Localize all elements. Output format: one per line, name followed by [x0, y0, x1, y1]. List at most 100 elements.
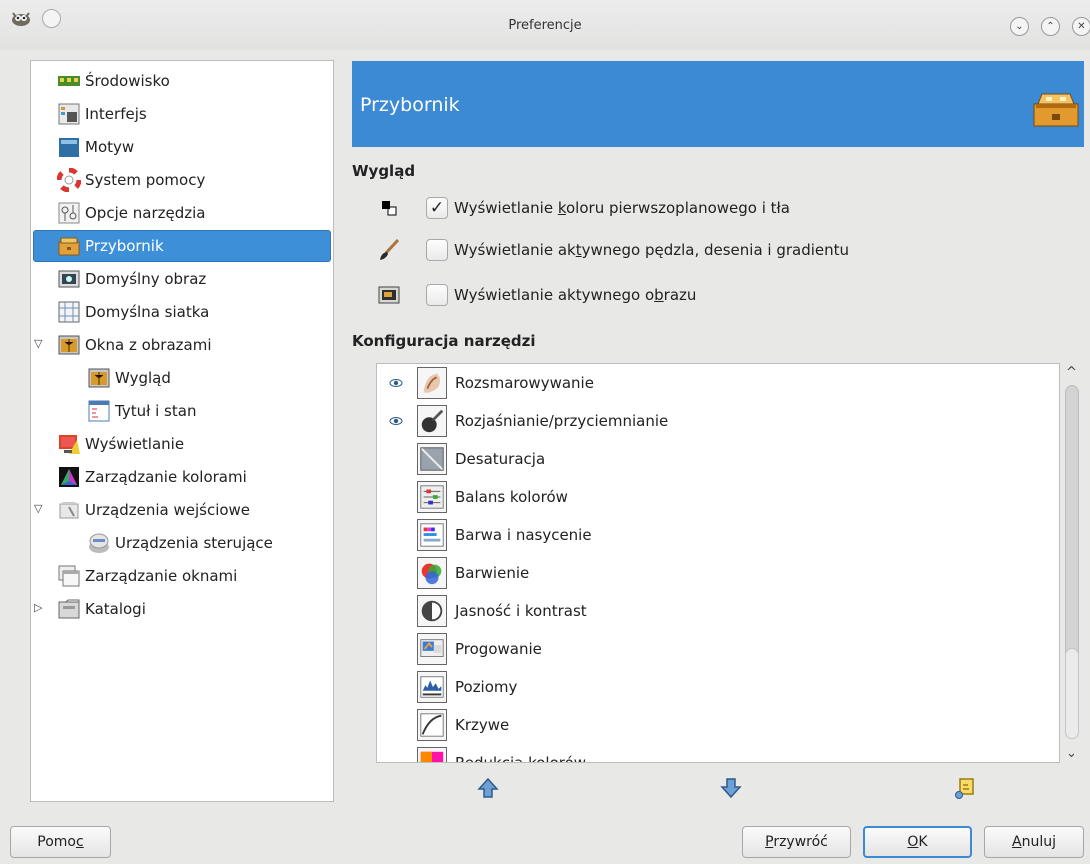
sidebar-item-okna-z-obrazami[interactable]: ▽ Okna z obrazami	[31, 329, 333, 361]
tool-row[interactable]: Redukcja kolorów	[377, 744, 1059, 763]
option-checkbox[interactable]	[426, 239, 448, 261]
folders-icon	[58, 599, 80, 619]
toolbox-icon	[1033, 93, 1079, 127]
sidebar-item-urzadzenia-sterujace[interactable]: Urządzenia sterujące	[31, 527, 333, 559]
sidebar-item-domyslna-siatka[interactable]: Domyślna siatka	[31, 296, 333, 328]
sidebar-item-label: Przybornik	[85, 237, 164, 255]
sidebar-item-label: Katalogi	[85, 600, 146, 618]
option-checkbox[interactable]: ✓	[426, 197, 448, 219]
cancel-button[interactable]: Anuluj	[984, 826, 1084, 858]
window-title: Preferencje	[508, 18, 582, 33]
levels-icon	[417, 671, 447, 703]
collapsed-triangle-icon[interactable]: ▷	[34, 601, 42, 614]
tool-list: Rozsmarowywanie Rozjaśnianie/przyciemnia…	[376, 363, 1060, 763]
sidebar-item-przybornik[interactable]: Przybornik	[31, 230, 333, 262]
preferences-sidebar: Środowisko Interfejs Motyw System pomocy…	[30, 60, 334, 802]
hue-saturation-icon	[417, 519, 447, 551]
threshold-icon	[417, 633, 447, 665]
sidebar-item-wyglad[interactable]: Wygląd	[31, 362, 333, 394]
tool-options-icon	[58, 202, 80, 224]
active-image-icon	[378, 286, 400, 304]
chevron-up-icon: ⌃	[1046, 21, 1055, 32]
sidebar-item-tytul-i-stan[interactable]: Tytuł i stan	[31, 395, 333, 427]
tool-name: Progowanie	[455, 640, 542, 658]
sidebar-item-label: Opcje narzędzia	[85, 204, 206, 222]
tool-name: Barwienie	[455, 564, 530, 582]
fg-bg-color-icon	[382, 201, 397, 216]
option-label: Wyświetlanie aktywnego pędzla, desenia i…	[454, 241, 850, 259]
tool-row[interactable]: Balans kolorów	[377, 478, 1059, 516]
sidebar-item-zarzadzanie-oknami[interactable]: Zarządzanie oknami	[31, 560, 333, 592]
sidebar-item-zarzadzanie-kolorami[interactable]: Zarządzanie kolorami	[31, 461, 333, 493]
sidebar-item-label: Zarządzanie kolorami	[85, 468, 247, 486]
sidebar-item-label: Urządzenia wejściowe	[85, 501, 251, 519]
move-up-icon[interactable]	[477, 776, 499, 800]
tool-row[interactable]: Desaturacja	[377, 440, 1059, 478]
tool-name: Redukcja kolorów	[455, 754, 587, 763]
scroll-up-icon[interactable]: ^	[1066, 365, 1077, 380]
expanded-triangle-icon[interactable]: ▽	[34, 337, 42, 350]
sidebar-item-wyswietlanie[interactable]: Wyświetlanie	[31, 428, 333, 460]
visibility-eye-icon[interactable]	[389, 378, 403, 388]
sidebar-item-system-pomocy[interactable]: System pomocy	[31, 164, 333, 196]
sidebar-item-urzadzenia-wejsciowe[interactable]: ▽ Urządzenia wejściowe	[31, 494, 333, 526]
sidebar-item-motyw[interactable]: Motyw	[31, 131, 333, 163]
option-checkbox[interactable]	[426, 284, 448, 306]
default-grid-icon	[58, 301, 80, 323]
option-show-active-brush[interactable]: Wyświetlanie aktywnego pędzla, desenia i…	[378, 235, 849, 265]
sidebar-item-domyslny-obraz[interactable]: Domyślny obraz	[31, 263, 333, 295]
tool-row[interactable]: Rozsmarowywanie	[377, 364, 1059, 402]
sidebar-item-srodowisko[interactable]: Środowisko	[31, 65, 333, 97]
brightness-contrast-icon	[417, 595, 447, 627]
sidebar-item-label: Motyw	[85, 138, 135, 156]
tool-row[interactable]: Jasność i kontrast	[377, 592, 1059, 630]
sidebar-item-interfejs[interactable]: Interfejs	[31, 98, 333, 130]
reset-tool-order-icon[interactable]	[954, 776, 976, 800]
input-controllers-icon	[89, 533, 109, 553]
tool-name: Jasność i kontrast	[455, 602, 587, 620]
ok-button[interactable]: OK	[863, 826, 972, 858]
sidebar-item-label: Urządzenia sterujące	[115, 534, 273, 552]
title-bar: Preferencje ⌄ ⌃ ✕	[0, 0, 1090, 50]
section-title-appearance: Wygląd	[352, 162, 416, 180]
appearance-icon	[88, 368, 110, 388]
reset-button[interactable]: Przywróć	[742, 826, 851, 858]
interface-icon	[58, 103, 80, 125]
tool-row[interactable]: Krzywe	[377, 706, 1059, 744]
default-image-icon	[58, 270, 80, 288]
close-icon: ✕	[1077, 21, 1086, 32]
tool-row[interactable]: Poziomy	[377, 668, 1059, 706]
colorize-icon	[417, 557, 447, 589]
page-title: Przybornik	[360, 94, 460, 116]
move-down-icon[interactable]	[720, 776, 742, 800]
environment-icon	[58, 76, 80, 86]
color-balance-icon	[417, 481, 447, 513]
tool-list-scrollbar[interactable]: ^ ⌄	[1060, 363, 1084, 763]
sidebar-item-label: Tytuł i stan	[115, 402, 197, 420]
sidebar-item-opcje-narzedzia[interactable]: Opcje narzędzia	[31, 197, 333, 229]
tool-name: Poziomy	[455, 678, 518, 696]
visibility-eye-icon[interactable]	[389, 416, 403, 426]
sidebar-item-label: Wygląd	[115, 369, 171, 387]
scroll-down-icon[interactable]: ⌄	[1066, 746, 1077, 761]
minimize-button[interactable]: ⌄	[1010, 17, 1029, 36]
tool-row[interactable]: Barwienie	[377, 554, 1059, 592]
help-button[interactable]: Pomoc	[10, 826, 111, 858]
option-show-fg-bg-color[interactable]: ✓ Wyświetlanie koloru pierwszoplanowego …	[378, 193, 790, 223]
maximize-button[interactable]: ⌃	[1041, 17, 1060, 36]
expanded-triangle-icon[interactable]: ▽	[34, 502, 42, 515]
option-show-active-image[interactable]: Wyświetlanie aktywnego obrazu	[378, 280, 696, 310]
input-devices-icon	[59, 502, 79, 519]
tool-row[interactable]: Barwa i nasycenie	[377, 516, 1059, 554]
sidebar-item-katalogi[interactable]: ▷ Katalogi	[31, 593, 333, 625]
close-button[interactable]: ✕	[1072, 17, 1090, 36]
tool-name: Rozsmarowywanie	[455, 374, 594, 392]
sidebar-item-label: Zarządzanie oknami	[85, 567, 238, 585]
tool-name: Rozjaśnianie/przyciemnianie	[455, 412, 669, 430]
sidebar-item-label: Domyślna siatka	[85, 303, 210, 321]
dodge-burn-icon	[417, 405, 447, 437]
tool-row[interactable]: Progowanie	[377, 630, 1059, 668]
tool-row[interactable]: Rozjaśnianie/przyciemnianie	[377, 402, 1059, 440]
option-label: Wyświetlanie aktywnego obrazu	[454, 286, 697, 304]
chevron-down-icon: ⌄	[1015, 21, 1024, 32]
